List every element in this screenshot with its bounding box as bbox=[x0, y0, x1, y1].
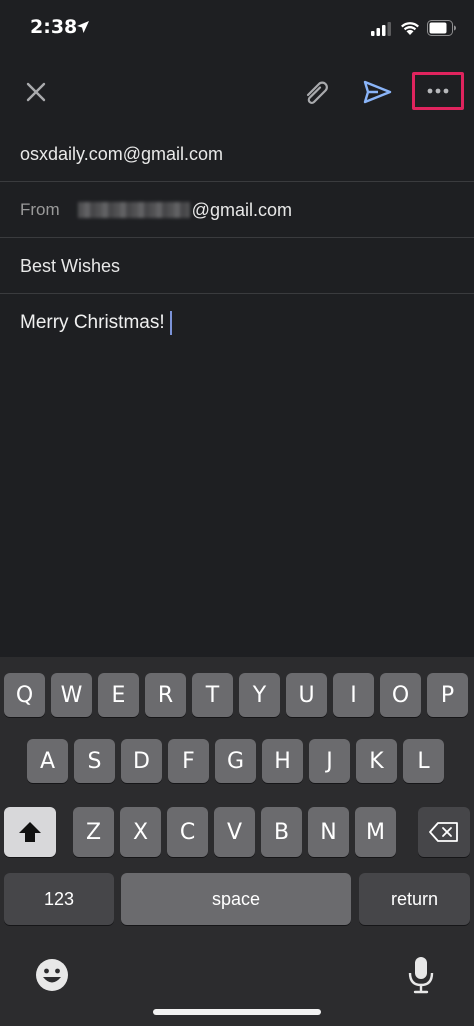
status-bar: 2:38 bbox=[0, 0, 474, 58]
key-v[interactable]: V bbox=[214, 807, 255, 857]
cellular-signal-icon bbox=[371, 22, 391, 36]
key-e[interactable]: E bbox=[98, 673, 139, 717]
compose-toolbar bbox=[0, 58, 474, 126]
key-n[interactable]: N bbox=[308, 807, 349, 857]
shift-icon bbox=[19, 822, 41, 842]
subject-field[interactable]: Best Wishes bbox=[0, 239, 474, 294]
key-c[interactable]: C bbox=[167, 807, 208, 857]
send-icon[interactable] bbox=[360, 75, 394, 109]
space-key[interactable]: space bbox=[121, 873, 351, 925]
key-t[interactable]: T bbox=[192, 673, 233, 717]
backspace-icon bbox=[429, 822, 458, 842]
microphone-icon[interactable] bbox=[406, 955, 436, 995]
key-l[interactable]: L bbox=[403, 739, 444, 783]
from-field[interactable]: From @gmail.com bbox=[0, 183, 474, 238]
key-g[interactable]: G bbox=[215, 739, 256, 783]
key-s[interactable]: S bbox=[74, 739, 115, 783]
battery-icon bbox=[427, 20, 456, 36]
redacted-username bbox=[77, 202, 190, 218]
key-z[interactable]: Z bbox=[73, 807, 114, 857]
key-b[interactable]: B bbox=[261, 807, 302, 857]
subject-text: Best Wishes bbox=[20, 255, 121, 276]
keyboard: QWERTYUIOP ASDFGHJKL ZXCVBNM 123 space r… bbox=[0, 657, 474, 1026]
key-u[interactable]: U bbox=[286, 673, 327, 717]
return-key[interactable]: return bbox=[359, 873, 470, 925]
key-f[interactable]: F bbox=[168, 739, 209, 783]
to-address: osxdaily.com@gmail.com bbox=[20, 143, 223, 164]
more-horizontal-icon bbox=[427, 88, 449, 94]
key-d[interactable]: D bbox=[121, 739, 162, 783]
wifi-icon bbox=[401, 22, 419, 35]
paperclip-icon[interactable] bbox=[300, 75, 334, 109]
status-time: 2:38 bbox=[30, 16, 78, 38]
key-o[interactable]: O bbox=[380, 673, 421, 717]
key-i[interactable]: I bbox=[333, 673, 374, 717]
to-field[interactable]: osxdaily.com@gmail.com bbox=[0, 127, 474, 182]
key-h[interactable]: H bbox=[262, 739, 303, 783]
key-w[interactable]: W bbox=[51, 673, 92, 717]
key-a[interactable]: A bbox=[27, 739, 68, 783]
key-q[interactable]: Q bbox=[4, 673, 45, 717]
from-address-suffix: @gmail.com bbox=[191, 199, 292, 220]
key-k[interactable]: K bbox=[356, 739, 397, 783]
from-label: From bbox=[20, 200, 60, 219]
delete-key[interactable] bbox=[418, 807, 470, 857]
key-y[interactable]: Y bbox=[239, 673, 280, 717]
shift-key[interactable] bbox=[4, 807, 56, 857]
key-x[interactable]: X bbox=[120, 807, 161, 857]
emoji-icon[interactable] bbox=[34, 957, 70, 993]
message-body-text: Merry Christmas! bbox=[20, 312, 165, 333]
more-options-button[interactable] bbox=[412, 72, 464, 110]
key-p[interactable]: P bbox=[427, 673, 468, 717]
message-body[interactable]: Merry Christmas! bbox=[20, 311, 172, 335]
key-j[interactable]: J bbox=[309, 739, 350, 783]
key-r[interactable]: R bbox=[145, 673, 186, 717]
numbers-key[interactable]: 123 bbox=[4, 873, 114, 925]
close-icon[interactable] bbox=[20, 76, 52, 108]
home-indicator bbox=[153, 1009, 321, 1015]
location-arrow-icon bbox=[77, 21, 89, 33]
key-m[interactable]: M bbox=[355, 807, 396, 857]
text-cursor bbox=[169, 311, 172, 335]
